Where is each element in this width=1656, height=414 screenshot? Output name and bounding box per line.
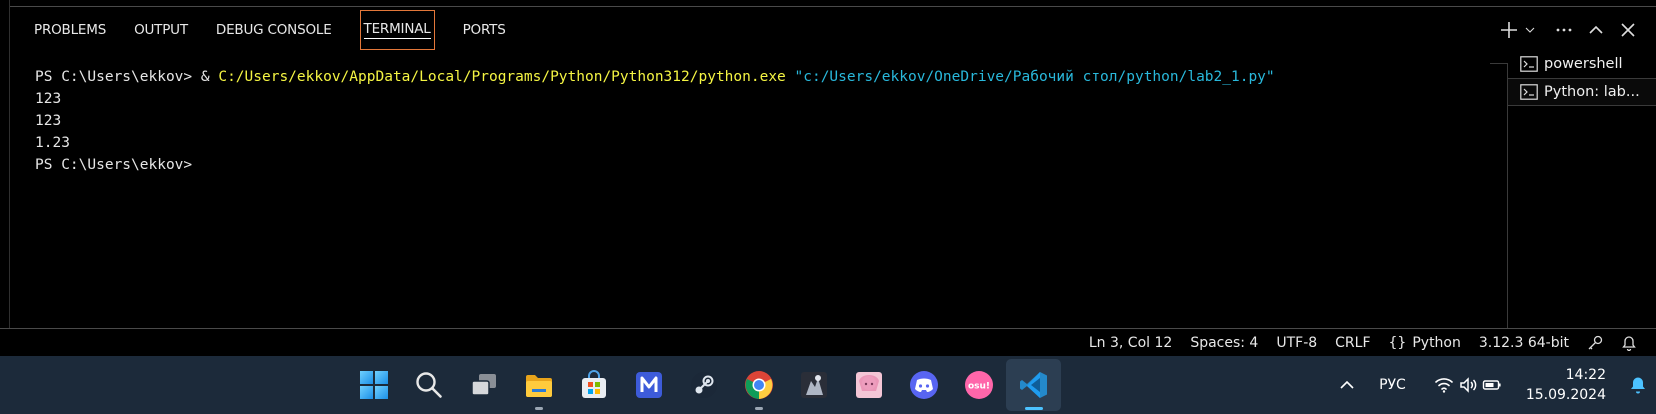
tab-output[interactable]: OUTPUT: [120, 10, 202, 50]
chevron-up-icon: [1340, 380, 1354, 389]
cursor-position[interactable]: Ln 3, Col 12: [1080, 329, 1181, 357]
python-interpreter[interactable]: 3.12.3 64-bit: [1470, 329, 1578, 357]
chrome-button[interactable]: [731, 359, 786, 411]
maximize-panel-button[interactable]: [1580, 14, 1612, 46]
accounts-button[interactable]: [1578, 329, 1612, 357]
store-icon: [581, 370, 606, 398]
steam-icon: [690, 372, 717, 398]
microsoft-store-button[interactable]: [566, 359, 621, 411]
divider: [1490, 63, 1508, 64]
bell-icon: [1631, 377, 1645, 394]
wifi-icon: [1435, 378, 1453, 393]
svg-text:osu!: osu!: [967, 382, 989, 392]
terminal-icon: [1520, 84, 1538, 100]
terminal-list: powershell Python: lab...: [1508, 50, 1656, 106]
braces-icon: {}: [1388, 334, 1407, 351]
windows-start-icon: [359, 371, 388, 399]
search-button[interactable]: [401, 359, 456, 411]
discord-button[interactable]: [896, 359, 951, 411]
terminal-icon: [1520, 56, 1538, 72]
language-label: Python: [1412, 334, 1461, 351]
panel-tabs: PROBLEMS OUTPUT DEBUG CONSOLE TERMINAL P…: [10, 10, 520, 50]
volume-icon: [1460, 377, 1477, 393]
terminal-command-line: PS C:\Users\ekkov> & C:/Users/ekkov/AppD…: [35, 69, 1275, 85]
task-view-icon: [470, 374, 496, 396]
more-icon: [1556, 28, 1572, 32]
task-view-button[interactable]: [456, 359, 511, 411]
notification-center-button[interactable]: [1620, 356, 1656, 414]
plus-icon: [1501, 22, 1517, 38]
system-tray: РУС 14:22 15.09.2024: [1329, 356, 1656, 414]
terminal-output-line: 123: [35, 113, 62, 129]
anime-app-button[interactable]: [841, 359, 896, 411]
notifications-button[interactable]: [1612, 329, 1646, 357]
terminal-list-item-python[interactable]: Python: lab...: [1508, 78, 1656, 106]
new-terminal-button[interactable]: [1498, 14, 1520, 46]
tab-problems[interactable]: PROBLEMS: [10, 10, 120, 50]
terminal-list-label: Python: lab...: [1544, 84, 1640, 100]
terminal-output-line: 123: [35, 91, 62, 107]
terminal-prompt: PS C:\Users\ekkov>: [35, 157, 193, 173]
search-icon: [415, 372, 442, 398]
osu-icon: osu!: [964, 371, 993, 399]
input-language[interactable]: РУС: [1365, 356, 1420, 414]
game-icon: [800, 372, 827, 398]
language-mode[interactable]: {} Python: [1380, 329, 1470, 357]
terminal-list-item-powershell[interactable]: powershell: [1508, 50, 1656, 78]
accounts-icon: [1588, 335, 1603, 349]
taskbar-apps: osu!: [346, 356, 1061, 414]
chrome-icon: [744, 371, 773, 399]
chevron-down-icon: [1525, 27, 1535, 33]
terminal-output[interactable]: PS C:\Users\ekkov> & C:/Users/ekkov/AppD…: [35, 66, 1275, 176]
battery-icon: [1482, 380, 1501, 390]
terminal-list-label: powershell: [1544, 56, 1623, 72]
anime-app-icon: [855, 372, 882, 398]
osu-button[interactable]: osu!: [951, 359, 1006, 411]
indentation[interactable]: Spaces: 4: [1181, 329, 1267, 357]
editor-top-edge: [0, 0, 1656, 8]
vscode-button[interactable]: [1006, 359, 1061, 411]
tab-terminal[interactable]: TERMINAL: [359, 10, 435, 50]
file-explorer-button[interactable]: [511, 359, 566, 411]
clock-time: 14:22: [1565, 367, 1606, 383]
clock[interactable]: 14:22 15.09.2024: [1516, 365, 1620, 405]
app-m-icon: [635, 372, 662, 398]
terminal-profiles-button[interactable]: [1520, 14, 1540, 46]
chevron-up-icon: [1589, 25, 1603, 34]
start-button[interactable]: [346, 359, 401, 411]
tab-debug-console[interactable]: DEBUG CONSOLE: [202, 10, 346, 50]
close-icon: [1621, 23, 1635, 37]
taskbar: osu! РУС 14:22 15.09.2024: [0, 356, 1656, 414]
tab-ports[interactable]: PORTS: [449, 10, 520, 50]
close-panel-button[interactable]: [1612, 14, 1644, 46]
show-hidden-icons-button[interactable]: [1329, 356, 1365, 414]
end-of-line[interactable]: CRLF: [1326, 329, 1379, 357]
game-app-button[interactable]: [786, 359, 841, 411]
folder-icon: [525, 375, 552, 397]
status-bar: Ln 3, Col 12 Spaces: 4 UTF-8 CRLF {} Pyth…: [0, 328, 1656, 356]
app-m-button[interactable]: [621, 359, 676, 411]
quick-settings[interactable]: [1420, 356, 1516, 414]
terminal-output-line: 1.23: [35, 135, 70, 151]
encoding[interactable]: UTF-8: [1267, 329, 1326, 357]
discord-icon: [909, 371, 938, 399]
steam-button[interactable]: [676, 359, 731, 411]
more-actions-button[interactable]: [1548, 14, 1580, 46]
clock-date: 15.09.2024: [1525, 387, 1606, 403]
vscode-icon: [1019, 372, 1047, 398]
panel-actions: [1498, 10, 1644, 50]
bell-icon: [1622, 335, 1636, 351]
